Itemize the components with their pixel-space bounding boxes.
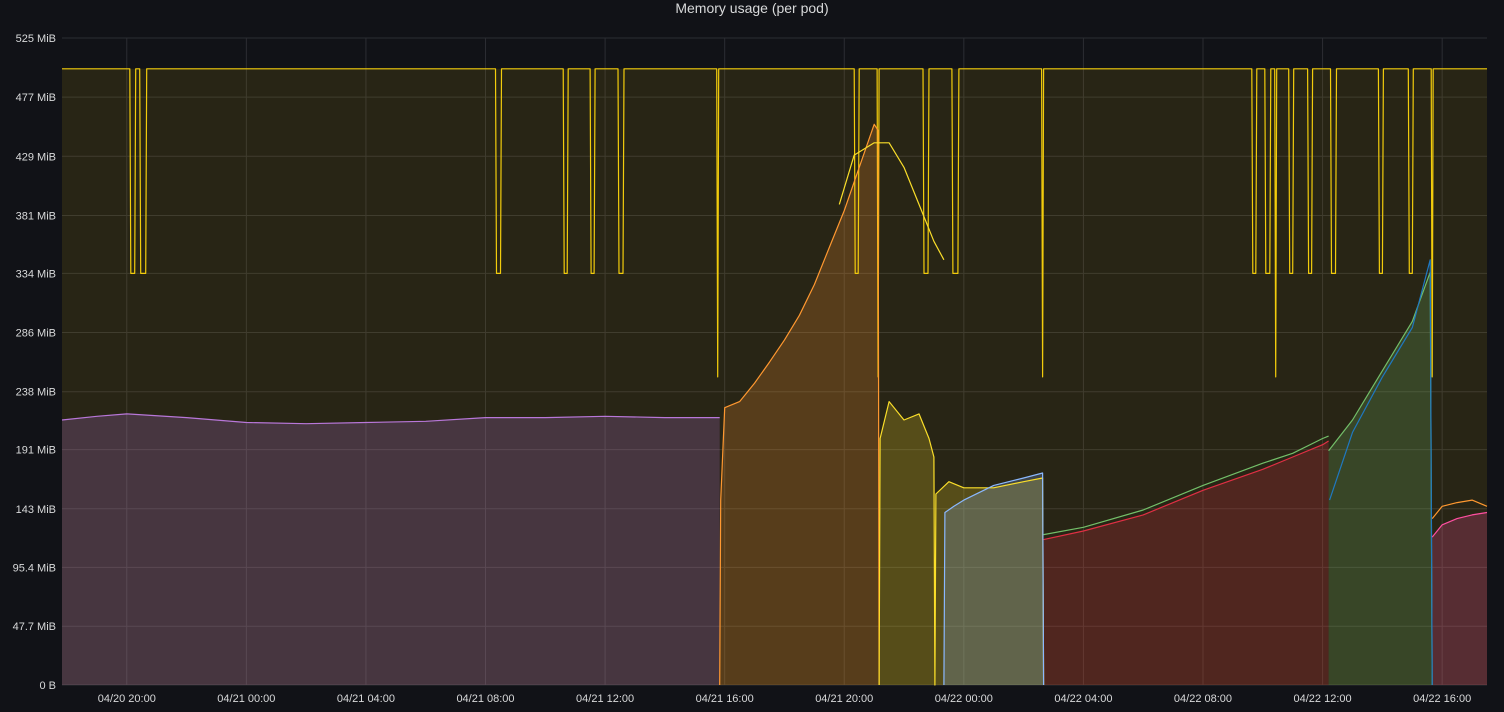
x-tick-label: 04/21 12:00 bbox=[576, 693, 634, 705]
y-tick-label: 0 B bbox=[39, 680, 56, 692]
y-tick-label: 477 MiB bbox=[16, 92, 56, 104]
x-tick-label: 04/21 20:00 bbox=[815, 693, 873, 705]
x-tick-label: 04/22 04:00 bbox=[1054, 693, 1112, 705]
x-tick-label: 04/22 00:00 bbox=[935, 693, 993, 705]
x-tick-label: 04/21 04:00 bbox=[337, 693, 395, 705]
x-tick-label: 04/20 20:00 bbox=[98, 693, 156, 705]
series-area-1 bbox=[62, 413, 720, 685]
memory-usage-chart[interactable]: 0 B 47.7 MiB 95.4 MiB 143 MiB 191 MiB 238 MiB… bbox=[0, 0, 1504, 712]
x-axis: 04/20 20:00 04/21 00:00 04/21 04:00 04/21 0… bbox=[98, 693, 1472, 705]
y-tick-label: 143 MiB bbox=[16, 504, 56, 516]
memory-usage-panel: Memory usage (per pod) 0 B 47.7 MiB 95.4 M… bbox=[0, 0, 1504, 712]
series-areas bbox=[62, 68, 1487, 686]
y-tick-label: 238 MiB bbox=[16, 387, 56, 399]
x-tick-label: 04/22 12:00 bbox=[1294, 693, 1352, 705]
x-tick-label: 04/21 08:00 bbox=[456, 693, 514, 705]
y-tick-label: 191 MiB bbox=[16, 445, 56, 457]
x-tick-label: 04/22 08:00 bbox=[1174, 693, 1232, 705]
y-tick-label: 429 MiB bbox=[16, 151, 56, 163]
y-tick-label: 95.4 MiB bbox=[13, 562, 56, 574]
y-axis: 0 B 47.7 MiB 95.4 MiB 143 MiB 191 MiB 238 MiB… bbox=[13, 33, 56, 692]
x-tick-label: 04/22 16:00 bbox=[1413, 693, 1471, 705]
x-tick-label: 04/21 00:00 bbox=[217, 693, 275, 705]
series-area-5 bbox=[943, 473, 1044, 685]
y-tick-label: 47.7 MiB bbox=[13, 621, 56, 633]
y-tick-label: 525 MiB bbox=[16, 33, 56, 45]
y-tick-label: 286 MiB bbox=[16, 328, 56, 340]
x-tick-label: 04/21 16:00 bbox=[696, 693, 754, 705]
y-tick-label: 381 MiB bbox=[16, 210, 56, 222]
y-tick-label: 334 MiB bbox=[16, 268, 56, 280]
series-area-10 bbox=[1432, 512, 1487, 685]
